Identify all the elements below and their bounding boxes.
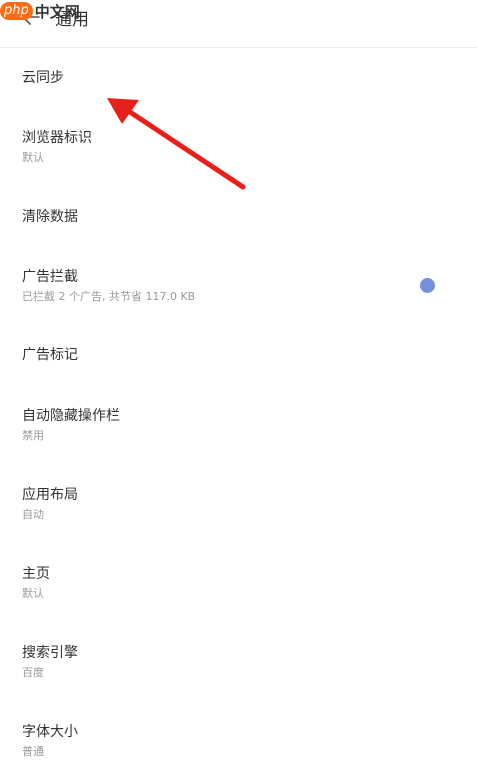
- setting-title: 浏览器标识: [22, 130, 92, 146]
- setting-subtitle: 默认: [22, 151, 44, 164]
- setting-subtitle: 普通: [22, 745, 44, 758]
- setting-title: 字体大小: [22, 724, 78, 740]
- setting-ad-mark[interactable]: 广告标记: [0, 329, 477, 407]
- setting-title: 应用布局: [22, 487, 78, 503]
- setting-title: 广告标记: [22, 347, 78, 363]
- setting-font-size[interactable]: 字体大小 普通: [0, 720, 477, 784]
- setting-auto-hide-toolbar[interactable]: 自动隐藏操作栏 禁用: [0, 404, 477, 482]
- setting-homepage[interactable]: 主页 默认: [0, 562, 477, 640]
- setting-title: 自动隐藏操作栏: [22, 408, 120, 424]
- setting-title: 广告拦截: [22, 269, 78, 285]
- setting-title: 云同步: [22, 70, 64, 86]
- setting-subtitle: 自动: [22, 508, 44, 521]
- setting-subtitle: 百度: [22, 666, 44, 679]
- setting-clear-data[interactable]: 清除数据: [0, 190, 477, 268]
- setting-subtitle: 已拦截 2 个广告, 共节省 117.0 KB: [22, 290, 196, 303]
- ad-block-toggle[interactable]: [420, 278, 435, 293]
- setting-subtitle: 禁用: [22, 429, 44, 442]
- setting-title: 搜索引擎: [22, 645, 78, 661]
- setting-cloud-sync[interactable]: 云同步: [0, 48, 477, 126]
- setting-title: 主页: [22, 566, 50, 582]
- settings-page: php 中文网 通用 云同步 浏览器标识 默认 清除数据 广告拦截 已拦截 2 …: [0, 0, 477, 784]
- setting-search-engine[interactable]: 搜索引擎 百度: [0, 641, 477, 719]
- setting-app-layout[interactable]: 应用布局 自动: [0, 483, 477, 561]
- watermark-text: 中文网: [34, 2, 80, 21]
- setting-title: 清除数据: [22, 209, 78, 225]
- php-watermark: php 中文网: [0, 0, 80, 22]
- watermark-badge: php: [0, 2, 33, 20]
- setting-subtitle: 默认: [22, 587, 44, 600]
